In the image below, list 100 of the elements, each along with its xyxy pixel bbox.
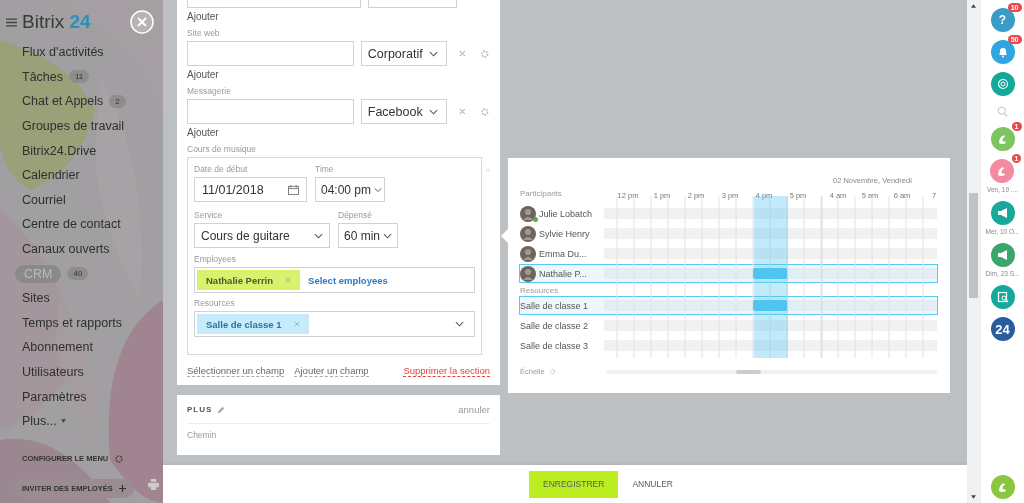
booked-slot — [753, 268, 787, 279]
vertical-scrollbar[interactable] — [967, 0, 980, 503]
participant-row[interactable]: Julie Lobatch — [519, 204, 938, 223]
participant-name: Julie Lobatch — [539, 208, 593, 219]
chat-icon — [996, 78, 1009, 90]
call-button[interactable] — [990, 475, 1015, 499]
remove-icon[interactable] — [293, 321, 300, 327]
scroll-down-icon[interactable] — [971, 495, 976, 499]
column-label: Participants — [520, 189, 563, 198]
logo-button[interactable]: 24 — [990, 317, 1015, 341]
megaphone-button[interactable] — [990, 243, 1015, 267]
tag-label: Nathalie Perrin — [206, 274, 274, 286]
megaphone-icon — [996, 249, 1009, 261]
tag-label: Salle de classe 1 — [206, 318, 282, 330]
input-field[interactable] — [187, 41, 354, 66]
gear-icon[interactable] — [480, 106, 490, 117]
caret-icon — [374, 186, 383, 193]
date-field[interactable]: 11/01/2018 — [194, 177, 307, 202]
scroll-up-icon[interactable] — [971, 4, 976, 8]
menu-item[interactable]: Paramètres — [22, 389, 87, 404]
caret-icon[interactable] — [60, 419, 66, 424]
menu-item[interactable]: Chat et Appels — [22, 94, 104, 109]
menu-item[interactable]: Sites — [22, 291, 50, 306]
employees-field[interactable]: Nathalie Perrin Select employees — [194, 267, 475, 293]
menu-item[interactable]: Flux d'activités — [22, 45, 104, 60]
menu-item[interactable]: Temps et rapports — [22, 315, 123, 330]
save-button[interactable]: ENREGISTRER — [529, 470, 619, 498]
time-dropdown[interactable]: 04:00 pm — [315, 177, 385, 202]
menu-item[interactable]: Courriel — [22, 192, 66, 207]
participant-row[interactable]: Emma Du... — [519, 244, 938, 263]
phone-button[interactable] — [990, 159, 1015, 183]
document-search-icon — [996, 291, 1009, 303]
avatar — [520, 205, 536, 222]
menu-item[interactable]: Centre de contact — [22, 217, 121, 232]
input-field[interactable] — [187, 99, 354, 124]
resources-field[interactable]: Salle de classe 1 — [194, 311, 475, 337]
resource-row[interactable]: Salle de classe 1 — [519, 296, 938, 315]
phone-button[interactable] — [990, 127, 1015, 151]
caret-icon[interactable] — [455, 321, 464, 327]
megaphone-button[interactable] — [990, 201, 1015, 225]
caret-icon — [383, 232, 392, 239]
caret-icon — [314, 232, 323, 239]
printer-icon[interactable] — [147, 478, 159, 490]
scrollbar-thumb[interactable] — [969, 193, 978, 298]
field-label: Time — [315, 164, 335, 174]
bell-icon — [996, 46, 1009, 58]
plus-icon — [118, 484, 126, 492]
calendar-icon[interactable] — [288, 184, 299, 195]
menu-item[interactable]: Canaux ouverts — [22, 242, 110, 257]
avatar — [520, 245, 536, 262]
field-label: Service — [194, 210, 224, 220]
select-employees-link[interactable]: Select employees — [308, 274, 388, 286]
menu-item[interactable]: Groupes de travail — [22, 119, 125, 134]
field-label: Resources — [194, 298, 236, 308]
cancel-button[interactable]: ANNULER — [624, 479, 681, 489]
select-field-link[interactable]: Sélectionner un champ — [187, 365, 285, 377]
field-label: Chemin — [187, 430, 218, 440]
caret-icon — [428, 50, 438, 57]
search-icon[interactable] — [997, 106, 1008, 117]
menu-item[interactable]: Abonnement — [22, 340, 93, 355]
resource-row[interactable]: Salle de classe 2 — [519, 316, 938, 335]
scrollbar-thumb[interactable] — [735, 369, 761, 374]
participant-name: Nathalie P... — [539, 268, 587, 279]
menu-item[interactable]: Calendrier — [22, 168, 80, 183]
menu-item[interactable]: Tâches — [22, 69, 63, 84]
horizontal-scrollbar[interactable] — [605, 369, 937, 374]
gear-icon[interactable] — [548, 368, 556, 375]
add-link[interactable]: Ajouter — [187, 69, 219, 80]
duration-dropdown[interactable]: 60 min — [338, 223, 398, 248]
menu-icon[interactable] — [6, 17, 17, 27]
menu-item[interactable]: Bitrix24.Drive — [22, 143, 97, 158]
dropdown[interactable]: Facebook — [360, 99, 447, 124]
cancel-link[interactable]: annuler — [458, 404, 490, 415]
avatar — [520, 265, 536, 282]
add-link[interactable]: Ajouter — [187, 11, 219, 22]
close-icon[interactable] — [458, 50, 466, 57]
close-icon[interactable] — [458, 108, 466, 115]
section-label: Cours de musique — [187, 144, 257, 154]
document-button[interactable] — [990, 285, 1015, 309]
avatar — [520, 225, 536, 242]
resource-name: Salle de classe 2 — [520, 320, 589, 331]
participant-row[interactable]: Sylvie Henry — [519, 224, 938, 243]
gear-icon[interactable] — [480, 48, 490, 59]
field-label: Messagerie — [187, 86, 232, 96]
add-field-link[interactable]: Ajouter un champ — [294, 365, 369, 377]
field-label: Dépensé — [338, 210, 374, 220]
add-link[interactable]: Ajouter — [187, 127, 219, 138]
gear-icon[interactable] — [114, 453, 125, 464]
pencil-icon[interactable] — [217, 405, 226, 414]
dropdown[interactable]: Corporatif — [360, 41, 447, 66]
resource-name: Salle de classe 1 — [520, 300, 589, 311]
participant-row[interactable]: Nathalie P... — [519, 264, 938, 283]
bell-button[interactable] — [990, 40, 1015, 64]
service-dropdown[interactable]: Cours de guitare — [194, 223, 330, 248]
delete-section-link[interactable]: Supprimer la section — [403, 365, 490, 377]
resource-row[interactable]: Salle de classe 3 — [519, 336, 938, 355]
menu-item[interactable]: Plus... — [22, 414, 57, 429]
chat-button[interactable] — [990, 72, 1015, 96]
menu-item[interactable]: Utilisateurs — [22, 365, 84, 379]
remove-icon[interactable] — [285, 277, 292, 283]
